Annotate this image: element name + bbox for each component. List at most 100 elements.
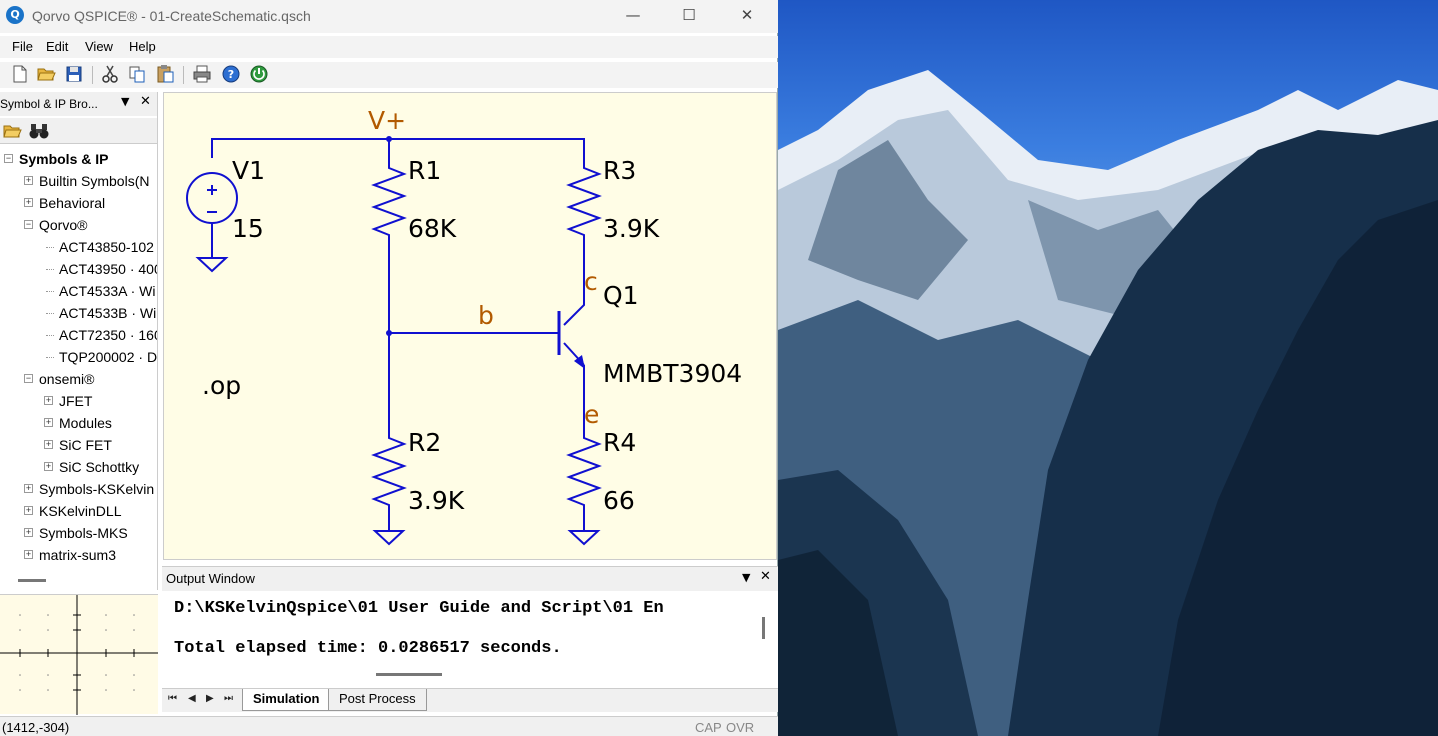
collapse-icon[interactable]: − bbox=[4, 154, 13, 163]
r2-name[interactable]: R2 bbox=[408, 428, 441, 457]
r4-name[interactable]: R4 bbox=[603, 428, 636, 457]
expand-icon[interactable]: + bbox=[24, 506, 33, 515]
net-label-c: c bbox=[584, 267, 598, 296]
copy-icon[interactable] bbox=[127, 64, 147, 84]
close-button[interactable]: ✕ bbox=[718, 0, 776, 30]
menu-file[interactable]: File bbox=[12, 39, 33, 54]
tree-item[interactable]: ACT4533B · Wi bbox=[0, 302, 157, 324]
panel-menu-button[interactable]: ▼ bbox=[742, 571, 750, 584]
junction-base bbox=[386, 330, 392, 336]
first-tab-button[interactable]: ⏮ bbox=[168, 693, 177, 704]
desktop-wallpaper bbox=[778, 0, 1438, 736]
app-window: Q Qorvo QSPICE® - 01-CreateSchematic.qsc… bbox=[0, 0, 778, 736]
r1-name[interactable]: R1 bbox=[408, 156, 441, 185]
q1-model[interactable]: MMBT3904 bbox=[603, 359, 742, 388]
output-line: D:\KSKelvinQspice\01 User Guide and Scri… bbox=[174, 599, 664, 618]
tree-item[interactable]: ACT43950 · 400 bbox=[0, 258, 158, 280]
run-icon[interactable] bbox=[249, 64, 269, 84]
open-folder-icon[interactable] bbox=[2, 121, 22, 141]
cut-icon[interactable] bbox=[100, 64, 120, 84]
output-text[interactable]: D:\KSKelvinQspice\01 User Guide and Scri… bbox=[162, 595, 756, 667]
expand-icon[interactable]: + bbox=[44, 396, 53, 405]
r3-name[interactable]: R3 bbox=[603, 156, 636, 185]
q1-name[interactable]: Q1 bbox=[603, 281, 639, 310]
net-label-vplus: V+ bbox=[368, 106, 407, 135]
last-tab-button[interactable]: ⏭ bbox=[224, 693, 233, 704]
paste-icon[interactable] bbox=[155, 64, 175, 84]
tree-item[interactable]: TQP200002 · D bbox=[0, 346, 157, 368]
v1-name[interactable]: V1 bbox=[232, 156, 265, 185]
browser-title: Symbol & IP Bro... bbox=[0, 97, 98, 111]
tree-item[interactable]: + JFET bbox=[0, 390, 157, 412]
r3-value[interactable]: 3.9K bbox=[603, 214, 659, 243]
r1-value[interactable]: 68K bbox=[408, 214, 456, 243]
expand-icon[interactable]: + bbox=[24, 484, 33, 493]
horizontal-scrollbar[interactable] bbox=[376, 673, 442, 676]
expand-icon[interactable]: + bbox=[24, 176, 33, 185]
toolbar-separator bbox=[92, 66, 93, 84]
net-label-b: b bbox=[478, 301, 494, 330]
open-folder-icon[interactable] bbox=[36, 64, 56, 84]
expand-icon[interactable]: + bbox=[44, 440, 53, 449]
output-line: Total elapsed time: 0.0286517 seconds. bbox=[174, 639, 562, 658]
v1-value[interactable]: 15 bbox=[232, 214, 264, 243]
tree-item[interactable]: + Symbols-MKS bbox=[0, 522, 157, 544]
tree-item[interactable]: + Symbols-KSKelvin bbox=[0, 478, 157, 500]
tree-item[interactable]: ACT4533A · Wi bbox=[0, 280, 157, 302]
tab-post-process[interactable]: Post Process bbox=[328, 689, 427, 711]
browser-close-button[interactable]: ✕ bbox=[140, 94, 151, 109]
vertical-scrollbar[interactable] bbox=[762, 617, 765, 639]
tree-item-label: SiC Schottky bbox=[59, 459, 140, 475]
tree-item[interactable]: + SiC FET bbox=[0, 434, 157, 456]
tree-item[interactable]: − onsemi® bbox=[0, 368, 157, 390]
ground-v1 bbox=[195, 257, 229, 273]
save-icon[interactable] bbox=[64, 64, 84, 84]
tree-item[interactable]: ACT43850-102 bbox=[0, 236, 157, 258]
tree-connector bbox=[46, 291, 54, 292]
symbol-preview bbox=[0, 594, 158, 715]
panel-menu-button[interactable]: ▼ bbox=[121, 95, 129, 108]
tree-item-label: Builtin Symbols(N bbox=[39, 173, 150, 189]
tree-item-label: ACT43850-102 bbox=[59, 239, 154, 255]
tree-item[interactable]: + KSKelvinDLL bbox=[0, 500, 157, 522]
tree-item-label: KSKelvinDLL bbox=[39, 503, 122, 519]
next-tab-button[interactable]: ▶ bbox=[206, 693, 214, 704]
menu-edit[interactable]: Edit bbox=[46, 39, 68, 54]
tree-item[interactable]: ACT72350 · 160 bbox=[0, 324, 157, 346]
collapse-icon[interactable]: − bbox=[24, 374, 33, 383]
tree-item[interactable]: − Qorvo® bbox=[0, 214, 157, 236]
qspice-app-icon: Q bbox=[6, 6, 24, 24]
expand-icon[interactable]: + bbox=[44, 462, 53, 471]
tree-item[interactable]: + Builtin Symbols(N bbox=[0, 170, 157, 192]
tree-item[interactable]: − Symbols & IP bbox=[0, 148, 157, 170]
menu-view[interactable]: View bbox=[85, 39, 113, 54]
help-icon[interactable]: ? bbox=[221, 64, 241, 84]
expand-icon[interactable]: + bbox=[44, 418, 53, 427]
tree-item[interactable]: + SiC Schottky bbox=[0, 456, 157, 478]
title-bar[interactable]: Q Qorvo QSPICE® - 01-CreateSchematic.qsc… bbox=[0, 0, 778, 33]
r4-value[interactable]: 66 bbox=[603, 486, 635, 515]
minimize-button[interactable]: — bbox=[604, 0, 662, 30]
schematic-canvas[interactable]: V+ b c e V1 15 R1 68K R3 3.9K Q1 MMBT390… bbox=[163, 92, 777, 560]
binoculars-icon[interactable] bbox=[28, 121, 50, 141]
tree-item[interactable]: + matrix-sum3 bbox=[0, 544, 157, 566]
expand-icon[interactable]: + bbox=[24, 198, 33, 207]
expand-icon[interactable]: + bbox=[24, 550, 33, 559]
expand-icon[interactable]: + bbox=[24, 528, 33, 537]
tree-item[interactable]: + Modules bbox=[0, 412, 157, 434]
menu-help[interactable]: Help bbox=[129, 39, 156, 54]
tab-simulation[interactable]: Simulation bbox=[242, 689, 331, 711]
new-file-icon[interactable] bbox=[10, 64, 30, 84]
preview-grid bbox=[0, 595, 158, 715]
toolbar: ? bbox=[0, 62, 778, 88]
tree-item-label: ACT43950 · 400 bbox=[59, 261, 158, 277]
output-close-button[interactable]: ✕ bbox=[760, 569, 771, 584]
collapse-icon[interactable]: − bbox=[24, 220, 33, 229]
maximize-button[interactable]: ☐ bbox=[660, 0, 718, 30]
print-icon[interactable] bbox=[192, 64, 212, 84]
r2-value[interactable]: 3.9K bbox=[408, 486, 464, 515]
prev-tab-button[interactable]: ◀ bbox=[188, 693, 196, 704]
horizontal-scrollbar[interactable] bbox=[18, 579, 46, 582]
tree-item[interactable]: + Behavioral bbox=[0, 192, 157, 214]
op-directive[interactable]: .op bbox=[202, 371, 241, 400]
